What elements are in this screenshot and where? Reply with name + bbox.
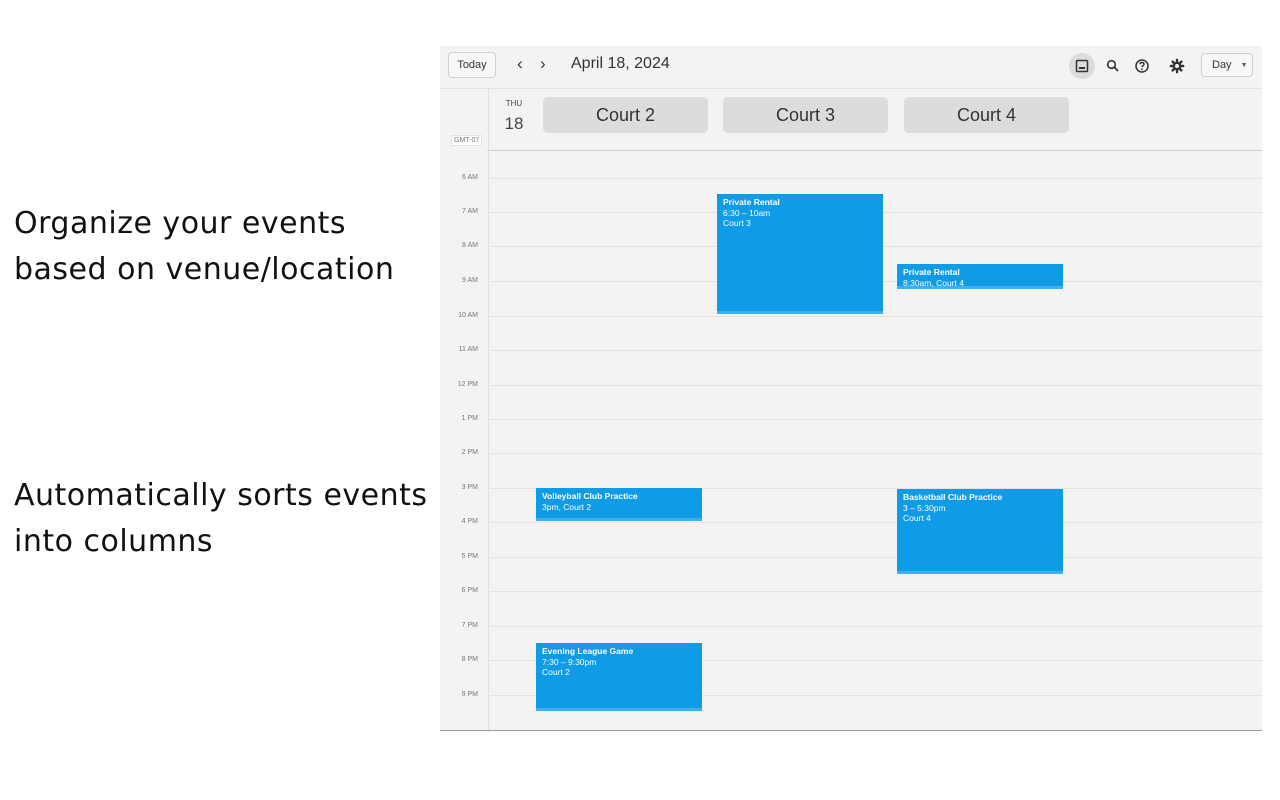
next-day-button[interactable]: › <box>540 54 546 74</box>
event-title: Volleyball Club Practice <box>542 491 638 501</box>
calendar-panel: Today ‹ › April 18, 2024 Day ▼ THU 18 GM… <box>440 46 1262 731</box>
hour-gridline <box>490 522 1262 523</box>
caption-sorting: Automatically sorts events into columns <box>14 473 428 565</box>
help-icon <box>1135 59 1149 73</box>
hour-label: 5 PM <box>461 553 478 560</box>
caption-line: based on venue/location <box>14 252 395 287</box>
event-location: Court 2 <box>542 667 570 677</box>
calendar-toolbar: Today ‹ › April 18, 2024 Day ▼ <box>440 46 1262 88</box>
date-title: April 18, 2024 <box>571 55 670 72</box>
settings-icon <box>1169 58 1185 74</box>
help-button[interactable] <box>1129 53 1155 79</box>
caption-line: Automatically sorts events <box>14 478 428 513</box>
view-selector-label: Day <box>1212 59 1232 71</box>
image-icon <box>1075 59 1089 73</box>
timezone-label: GMT-07 <box>451 135 483 146</box>
hour-gridline <box>490 557 1262 558</box>
hour-label: 7 AM <box>462 208 478 215</box>
event-location: Court 3 <box>723 218 751 228</box>
hour-gridline <box>490 626 1262 627</box>
hour-label: 6 PM <box>461 587 478 594</box>
caption-line: Organize your events <box>14 206 347 241</box>
hour-gridline <box>490 350 1262 351</box>
hour-label: 8 PM <box>461 656 478 663</box>
hour-label: 7 PM <box>461 622 478 629</box>
event-title: Evening League Game <box>542 646 634 656</box>
hour-label: 12 PM <box>457 381 478 388</box>
hour-label: 9 AM <box>462 277 478 284</box>
event-time: 3 – 5:30pm <box>903 502 946 513</box>
hour-gridline <box>490 419 1262 420</box>
event-evening-league-game[interactable]: Evening League Game 7:30 – 9:30pm Court … <box>536 643 702 711</box>
hour-gridline <box>490 453 1262 454</box>
hour-label: 3 PM <box>461 484 478 491</box>
event-title: Private Rental <box>903 267 960 277</box>
toolbar-divider <box>440 88 1262 89</box>
hour-gridline <box>490 316 1262 317</box>
hour-label: 2 PM <box>461 449 478 456</box>
search-icon <box>1106 59 1119 72</box>
settings-button[interactable] <box>1164 53 1190 79</box>
event-private-rental-court-3[interactable]: Private Rental 6:30 – 10am Court 3 <box>717 194 883 314</box>
event-time: 3pm, Court 2 <box>542 501 592 512</box>
event-basketball-club-practice[interactable]: Basketball Club Practice 3 – 5:30pm Cour… <box>897 489 1063 574</box>
today-button[interactable]: Today <box>448 52 496 78</box>
day-of-week: THU <box>505 99 523 108</box>
hour-gridline <box>490 591 1262 592</box>
search-button[interactable] <box>1100 53 1126 79</box>
caption-line: into columns <box>14 524 214 559</box>
event-time: 7:30 – 9:30pm <box>542 656 597 667</box>
hour-label: 6 AM <box>462 174 478 181</box>
chevron-down-icon: ▼ <box>1240 61 1248 69</box>
hour-label: 11 AM <box>458 346 478 353</box>
previous-day-button[interactable]: ‹ <box>517 54 523 74</box>
header-divider <box>488 150 1262 151</box>
court-3-header[interactable]: Court 3 <box>723 97 888 133</box>
image-view-button[interactable] <box>1069 53 1095 79</box>
event-title: Private Rental <box>723 197 780 207</box>
event-time: 8:30am, Court 4 <box>903 277 964 288</box>
court-2-header[interactable]: Court 2 <box>543 97 708 133</box>
view-selector[interactable]: Day ▼ <box>1201 53 1253 77</box>
event-location: Court 4 <box>903 513 931 523</box>
hour-label: 9 PM <box>461 691 478 698</box>
event-time: 6:30 – 10am <box>723 207 771 218</box>
hour-label: 4 PM <box>461 518 478 525</box>
hour-gridline <box>490 178 1262 179</box>
hour-label: 1 PM <box>461 415 478 422</box>
day-number: 18 <box>504 114 524 133</box>
hour-gridline <box>490 385 1262 386</box>
event-title: Basketball Club Practice <box>903 492 1003 502</box>
time-gutter-divider <box>488 88 489 730</box>
court-4-header[interactable]: Court 4 <box>904 97 1069 133</box>
hour-label: 8 AM <box>462 242 478 249</box>
hour-label: 10 AM <box>458 312 478 319</box>
caption-venue: Organize your events based on venue/loca… <box>14 201 394 293</box>
event-private-rental-court-4[interactable]: Private Rental 8:30am, Court 4 <box>897 264 1063 289</box>
event-volleyball-club-practice[interactable]: Volleyball Club Practice 3pm, Court 2 <box>536 488 702 521</box>
day-header: THU 18 <box>504 99 524 134</box>
